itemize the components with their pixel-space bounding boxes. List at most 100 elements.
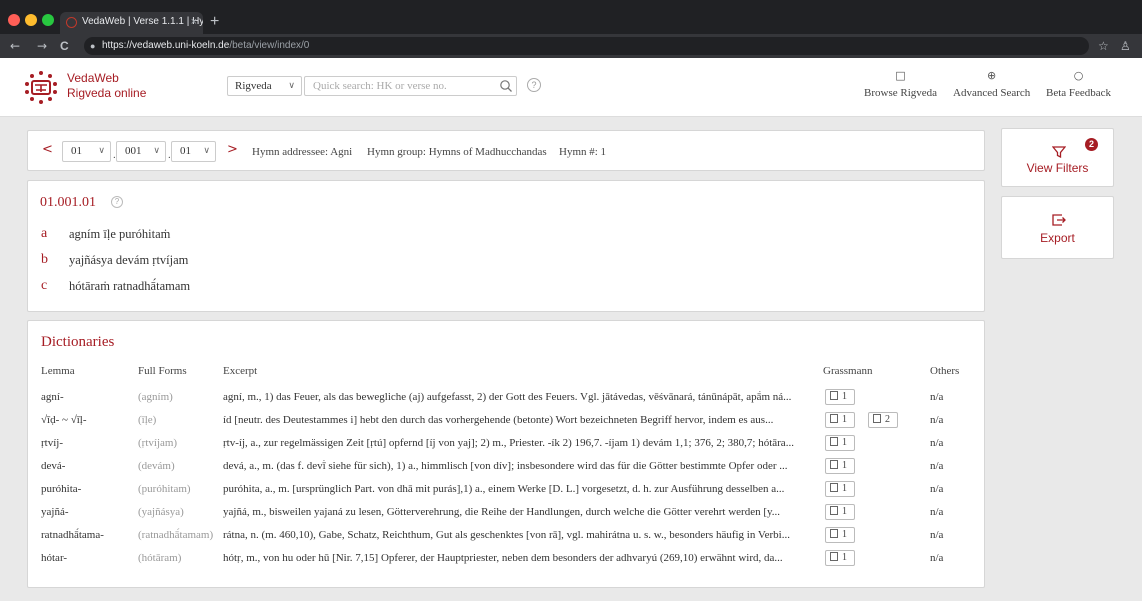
dictionaries-title: Dictionaries <box>41 334 115 350</box>
search-help-icon[interactable]: ? <box>527 78 541 92</box>
browser-tab[interactable]: VedaWeb | Verse 1.1.1 | Hymns × <box>60 12 203 34</box>
full-form-cell: (ṛtvíjam) <box>138 437 178 449</box>
grassmann-entry-button[interactable]: 2 <box>868 412 898 428</box>
column-header-excerpt: Excerpt <box>223 365 258 377</box>
advanced-search-link[interactable]: ⊕ Advanced Search <box>953 70 1031 100</box>
verse-navigation: < 01 ∨ . 001 ∨ . 01 ∨ > Hymn addressee: … <box>27 130 985 171</box>
verse-value: 01 <box>180 145 191 157</box>
book-select[interactable]: 01 ∨ <box>62 141 111 162</box>
full-form-cell: (agním) <box>138 391 173 403</box>
favicon-icon <box>66 17 77 28</box>
bookmark-star-icon[interactable]: ☆ <box>1098 39 1109 53</box>
others-cell: n/a <box>930 529 944 541</box>
full-form-cell: (ratnadhā́tamam) <box>138 529 214 541</box>
others-cell: n/a <box>930 414 944 426</box>
reload-icon[interactable]: C <box>60 39 69 53</box>
close-window-button[interactable] <box>8 14 20 26</box>
url-path: /beta/view/index/0 <box>229 40 310 51</box>
browser-tabbar: VedaWeb | Verse 1.1.1 | Hymns × + <box>0 0 1142 34</box>
vedaweb-logo-icon[interactable] <box>24 70 58 104</box>
tab-title: VedaWeb | Verse 1.1.1 | Hymns <box>82 16 203 27</box>
others-cell: n/a <box>930 437 944 449</box>
pada-letter: c <box>41 278 48 293</box>
verse-help-icon[interactable]: ? <box>111 196 123 208</box>
excerpt-cell: íd [neutr. des Deutestammes i] hebt den … <box>223 414 774 426</box>
quick-search-input[interactable] <box>304 76 517 96</box>
browse-rigveda-label: Browse Rigveda <box>864 87 938 99</box>
previous-verse-button[interactable]: < <box>42 142 53 157</box>
maximize-window-button[interactable] <box>42 14 54 26</box>
hymn-addressee: Hymn addressee: Agni <box>252 146 353 158</box>
full-form-cell: (devám) <box>138 460 175 472</box>
chat-icon: ○ <box>1073 69 1084 82</box>
excerpt-cell: ṛtv-íj, a., zur regelmässigen Zeit [ṛtú]… <box>223 437 794 449</box>
hymn-group: Hymn group: Hymns of Madhucchandas <box>367 146 547 158</box>
chevron-down-icon: ∨ <box>203 146 210 156</box>
document-icon <box>830 391 838 400</box>
url-host: https://vedaweb.uni-koeln.de <box>102 40 230 51</box>
advanced-search-label: Advanced Search <box>953 87 1031 99</box>
grassmann-entry-number: 1 <box>842 506 847 517</box>
brand-title: VedaWeb <box>67 71 119 85</box>
address-bar: ← → C ● https://vedaweb.uni-koeln.de/bet… <box>0 34 1142 58</box>
filters-count-badge: 2 <box>1085 138 1098 151</box>
profile-icon[interactable]: ♙ <box>1120 39 1131 53</box>
lemma-cell: √īḍ- ~ √īḷ- <box>41 414 87 426</box>
grassmann-entry-button[interactable]: 1 <box>825 550 855 566</box>
verse-select[interactable]: 01 ∨ <box>171 141 216 162</box>
brand[interactable]: VedaWeb Rigveda online <box>67 71 146 101</box>
lemma-cell: ratnadhā́tama- <box>41 529 104 541</box>
document-icon <box>830 529 838 538</box>
tab-close-icon[interactable]: × <box>191 16 197 28</box>
hymn-value: 001 <box>125 145 142 157</box>
search-scope-select[interactable]: Rigveda ∨ <box>227 76 302 96</box>
excerpt-cell: hótṛ, m., von hu oder hū [Nir. 7,15] Opf… <box>223 552 783 564</box>
forward-icon[interactable]: → <box>37 39 47 53</box>
grassmann-entry-button[interactable]: 1 <box>825 527 855 543</box>
search-scope-value: Rigveda <box>235 80 272 92</box>
view-filters-button[interactable]: 2 View Filters <box>1001 128 1114 187</box>
url-field[interactable]: ● https://vedaweb.uni-koeln.de/beta/view… <box>84 37 1089 55</box>
grassmann-entry-number: 1 <box>842 437 847 448</box>
full-form-cell: (puróhitam) <box>138 483 191 495</box>
view-filters-label: View Filters <box>1026 161 1089 175</box>
others-cell: n/a <box>930 506 944 518</box>
chevron-down-icon: ∨ <box>288 81 295 91</box>
app-header: VedaWeb Rigveda online Rigveda ∨ ? □ Bro… <box>0 58 1142 117</box>
column-header-lemma: Lemma <box>41 365 75 377</box>
document-icon <box>830 414 838 423</box>
book-value: 01 <box>71 145 82 157</box>
excerpt-cell: rátna, n. (m. 460,10), Gabe, Schatz, Rei… <box>223 529 790 541</box>
lock-icon: ● <box>90 41 96 51</box>
minimize-window-button[interactable] <box>25 14 37 26</box>
grassmann-entry-number: 2 <box>885 414 890 425</box>
full-form-cell: (īḷe) <box>138 414 157 426</box>
grassmann-entry-button[interactable]: 1 <box>825 458 855 474</box>
export-button[interactable]: Export <box>1001 196 1114 259</box>
grassmann-entry-number: 1 <box>842 391 847 402</box>
pada-text: yajñásya devám ṛtvíjam <box>69 253 189 267</box>
filter-icon <box>1052 146 1066 158</box>
beta-feedback-label: Beta Feedback <box>1046 87 1112 99</box>
new-tab-button[interactable]: + <box>210 14 219 30</box>
grassmann-entry-button[interactable]: 1 <box>825 412 855 428</box>
grassmann-entry-button[interactable]: 1 <box>825 481 855 497</box>
excerpt-cell: puróhita, a., m. [ursprünglich Part. von… <box>223 483 785 495</box>
hymn-select[interactable]: 001 ∨ <box>116 141 166 162</box>
back-icon[interactable]: ← <box>10 39 20 53</box>
pada-letter: a <box>41 226 48 241</box>
column-header-full-forms: Full Forms <box>138 365 187 377</box>
pada-letter: b <box>41 252 48 267</box>
search-icon[interactable] <box>499 79 513 93</box>
grassmann-entry-button[interactable]: 1 <box>825 504 855 520</box>
grassmann-entry-button[interactable]: 1 <box>825 435 855 451</box>
next-verse-button[interactable]: > <box>227 142 238 157</box>
browse-rigveda-link[interactable]: □ Browse Rigveda <box>864 70 938 100</box>
lemma-cell: agní- <box>41 391 64 403</box>
document-icon <box>830 460 838 469</box>
beta-feedback-link[interactable]: ○ Beta Feedback <box>1046 69 1112 100</box>
others-cell: n/a <box>930 552 944 564</box>
export-icon <box>1052 214 1066 226</box>
document-icon <box>830 437 838 446</box>
grassmann-entry-button[interactable]: 1 <box>825 389 855 405</box>
